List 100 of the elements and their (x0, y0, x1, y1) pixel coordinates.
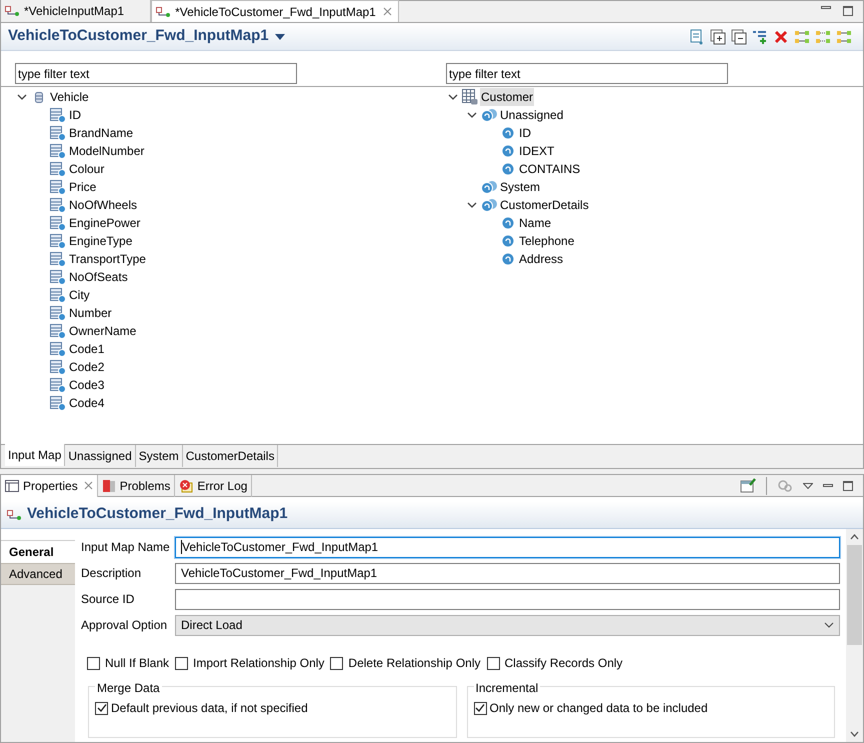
tree-item[interactable]: City (68, 286, 91, 304)
add-item-icon[interactable] (752, 28, 768, 44)
report-icon[interactable] (689, 28, 705, 44)
delete-icon[interactable] (773, 28, 789, 44)
tree-item[interactable]: System (499, 178, 542, 196)
filter-field[interactable]: type filter text (446, 63, 728, 84)
view-tab[interactable]: Error Log (175, 474, 252, 496)
tree-item[interactable]: Code4 (68, 394, 106, 412)
checkbox[interactable] (175, 656, 188, 670)
tree-item[interactable]: IDEXT (518, 142, 556, 160)
tree-item[interactable]: Unassigned (499, 106, 564, 124)
tree-item[interactable]: EnginePower (68, 214, 142, 232)
approval-dropdown[interactable]: Direct Load (175, 614, 840, 636)
field-icon (50, 107, 66, 123)
scroll-down-icon[interactable] (850, 731, 859, 737)
view-menu-icon[interactable] (803, 482, 813, 488)
database-icon (35, 92, 43, 102)
field-icon (50, 323, 66, 339)
field-icon (50, 305, 66, 321)
tree-item[interactable]: Vehicle (49, 88, 90, 106)
checkbox[interactable] (95, 702, 108, 714)
maximize-icon[interactable] (843, 480, 853, 490)
page-tab[interactable]: Input Map (5, 444, 66, 466)
pin-icon[interactable] (740, 478, 756, 494)
checkbox[interactable] (474, 702, 486, 714)
tree-item[interactable]: Number (68, 304, 113, 322)
tree-item[interactable]: OwnerName (68, 322, 138, 340)
scrollbar[interactable] (846, 529, 863, 742)
tree-item[interactable]: Colour (68, 160, 106, 178)
tree-item[interactable]: NoOfSeats (68, 268, 129, 286)
expand-all-icon[interactable] (710, 28, 726, 44)
close-icon[interactable] (84, 481, 93, 490)
tree-item[interactable]: Code1 (68, 340, 106, 358)
attribute-icon (502, 145, 514, 157)
tree-item[interactable]: CONTAINS (518, 160, 582, 178)
page-tab[interactable]: Unassigned (65, 445, 136, 467)
mapping-icon (5, 6, 21, 16)
view-tab[interactable]: Properties (1, 474, 98, 496)
text-field[interactable] (175, 588, 840, 610)
field-icon (50, 377, 66, 393)
tree-item[interactable]: ModelNumber (68, 142, 146, 160)
layout-icon[interactable] (794, 28, 810, 44)
option-label: Only new or changed data to be included (490, 700, 708, 717)
field-label: Source ID (81, 591, 136, 608)
side-tab[interactable]: General (1, 541, 75, 563)
checkbox[interactable] (486, 656, 500, 670)
table-icon (5, 480, 19, 492)
side-tab[interactable]: Advanced (1, 563, 75, 585)
editor-tab[interactable]: *VehicleToCustomer_Fwd_InputMap1 (151, 0, 399, 22)
attribute-group-icon (480, 198, 498, 212)
tree-item[interactable]: EngineType (68, 232, 134, 250)
view-tab[interactable]: Problems (98, 474, 176, 496)
close-icon[interactable] (382, 7, 392, 16)
page-tab[interactable]: CustomerDetails (182, 445, 278, 467)
maximize-icon[interactable] (843, 6, 853, 16)
field-icon (50, 179, 66, 195)
field-icon (50, 341, 66, 357)
option-label: Delete Relationship Only (348, 655, 480, 672)
attribute-icon (502, 253, 514, 265)
editor-tab[interactable]: *VehicleInputMap1 (1, 0, 152, 22)
tree-item[interactable]: CustomerDetails (499, 196, 590, 214)
tree-item[interactable]: Code3 (68, 376, 106, 394)
checkbox[interactable] (330, 656, 344, 670)
option-label: Default previous data, if not specified (111, 700, 308, 717)
field-icon (50, 251, 66, 267)
tree-item[interactable]: ID (518, 124, 532, 142)
filter-field[interactable]: type filter text (15, 63, 297, 84)
field-label: Input Map Name (81, 539, 171, 556)
mapping-icon (7, 510, 23, 520)
attribute-icon (502, 163, 514, 175)
minimize-icon[interactable] (823, 484, 833, 487)
attribute-icon (502, 235, 514, 247)
option-label: Null If Blank (105, 655, 170, 672)
text-field[interactable]: VehicleToCustomer_Fwd_InputMap1 (175, 536, 840, 558)
tree-item[interactable]: Telephone (518, 232, 576, 250)
chevron-down-icon[interactable] (17, 92, 27, 102)
text-field[interactable]: VehicleToCustomer_Fwd_InputMap1 (175, 562, 840, 584)
tree-item[interactable]: ID (68, 106, 82, 124)
error-log-icon (179, 478, 194, 492)
tree-item[interactable]: Code2 (68, 358, 106, 376)
tree-item[interactable]: Price (68, 178, 98, 196)
tree-item[interactable]: BrandName (68, 124, 134, 142)
field-icon (50, 233, 66, 249)
checkbox[interactable] (87, 656, 100, 670)
collapse-all-icon[interactable] (731, 28, 747, 44)
field-icon (50, 215, 66, 231)
attribute-icon (502, 127, 514, 139)
option-label: Classify Records Only (504, 655, 623, 672)
tree-item[interactable]: TransportType (68, 250, 147, 268)
tree-item[interactable]: Address (518, 250, 564, 268)
layout-icon[interactable] (836, 28, 852, 44)
chevron-down-icon[interactable] (467, 200, 477, 210)
page-tab[interactable]: System (136, 445, 183, 467)
scroll-up-icon[interactable] (850, 534, 859, 540)
tree-item[interactable]: Customer (480, 88, 534, 106)
minimize-icon[interactable] (821, 6, 831, 9)
dropdown-arrow-icon[interactable] (274, 34, 285, 40)
tree-item[interactable]: NoOfWheels (68, 196, 138, 214)
tree-item[interactable]: Name (518, 214, 552, 232)
layout-icon[interactable] (815, 28, 831, 44)
